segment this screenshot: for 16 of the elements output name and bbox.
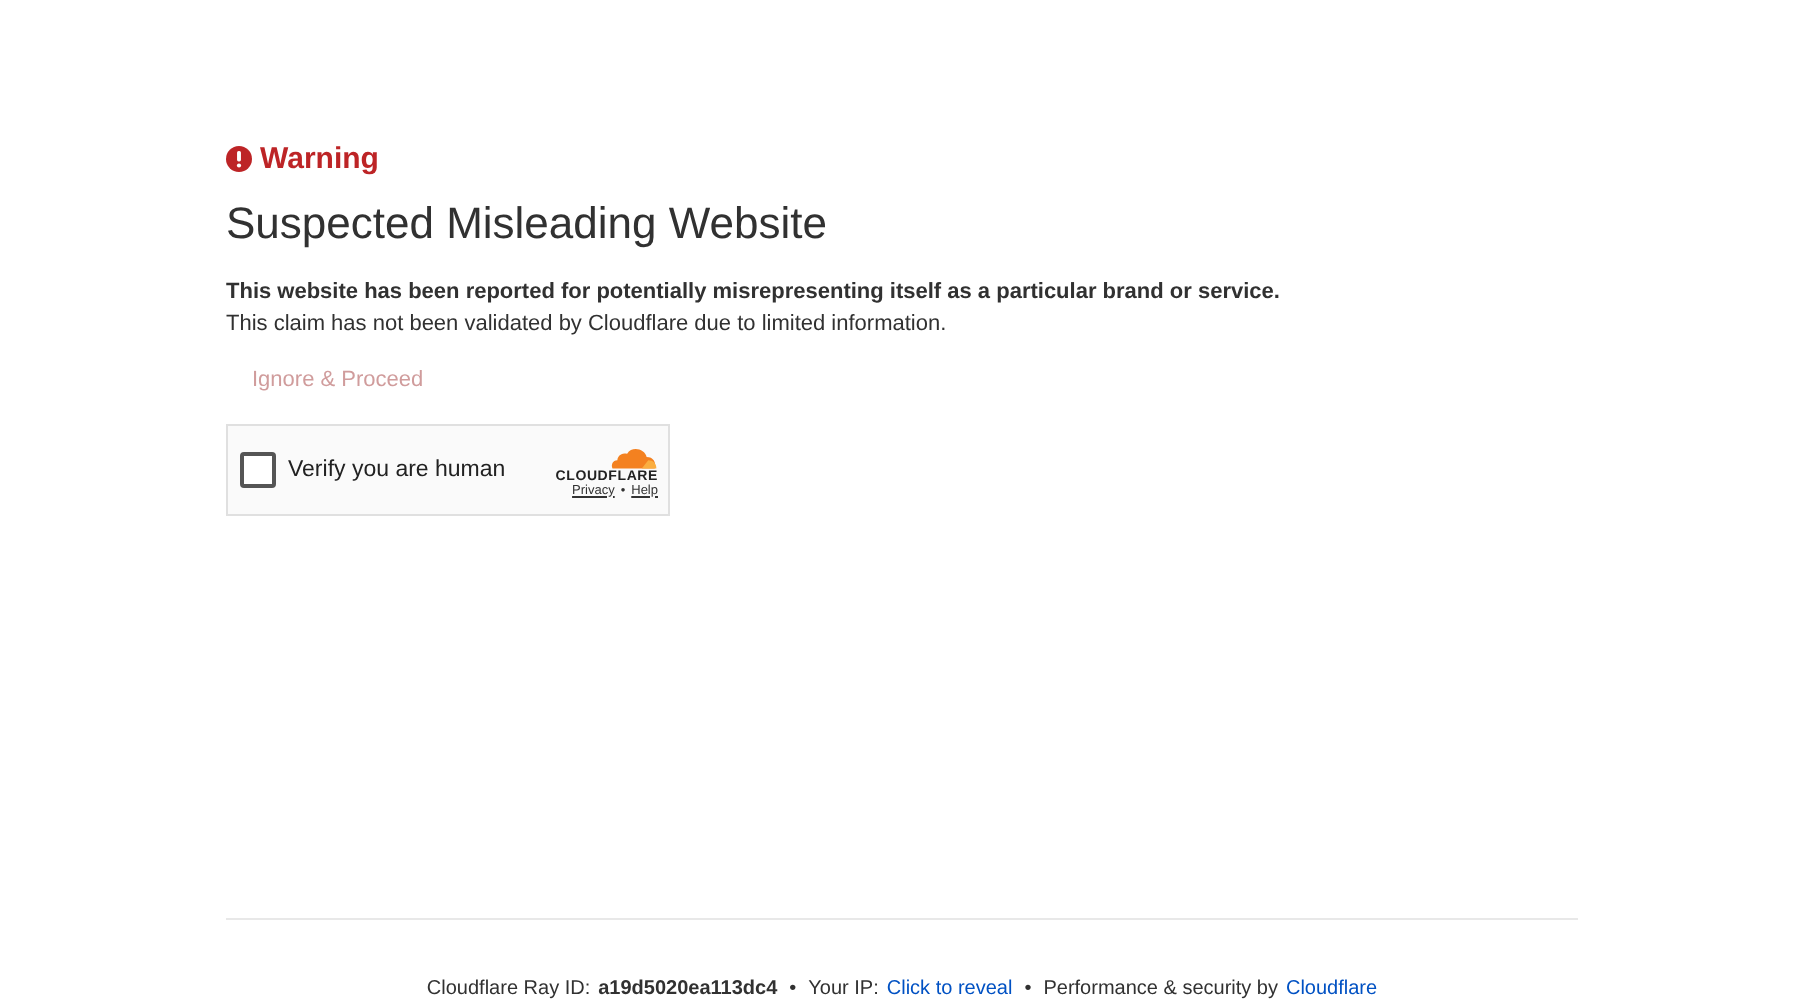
- footer-link[interactable]: Click to reveal: [886, 978, 1013, 1000]
- footer-text: Your IP:: [808, 978, 879, 1000]
- page-heading: Suspected Misleading Website: [226, 196, 829, 252]
- footer-text: Performance & security by: [1043, 978, 1278, 1000]
- warning-icon: [226, 146, 252, 172]
- verify-label: Verify you are human: [288, 458, 506, 482]
- note-text: This claim has not been validated by Cloudflare due to limited information.: [226, 312, 949, 336]
- cloud-icon: [606, 443, 658, 469]
- warning-title: Warning: [260, 142, 379, 176]
- footer-link[interactable]: Cloudflare: [1285, 978, 1378, 1000]
- bullet-separator: •: [1022, 978, 1034, 1000]
- bullet-separator: •: [787, 978, 799, 1000]
- ray-id: a19d5020ea113dc4: [598, 978, 778, 1000]
- footer-text: Cloudflare Ray ID:: [426, 978, 591, 1000]
- lead-text: This website has been reported for potentially misrepresenting itself as a particular brand or service.: [226, 280, 1282, 304]
- checkbox[interactable]: [240, 452, 276, 488]
